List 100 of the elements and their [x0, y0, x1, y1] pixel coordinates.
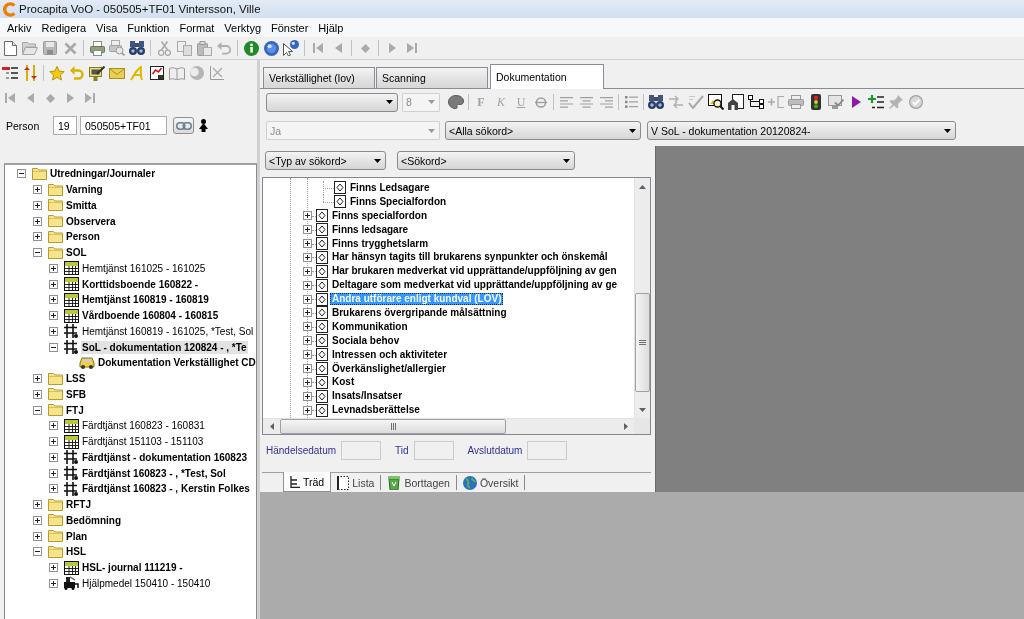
menu-item[interactable]: Fönster [266, 20, 314, 35]
vertical-scrollbar[interactable] [634, 178, 650, 418]
expand-icon[interactable] [49, 421, 58, 431]
tab[interactable]: Träd [283, 472, 332, 492]
add-list-icon[interactable] [868, 95, 884, 109]
tree-item[interactable]: LSS [65, 372, 87, 386]
tree-item[interactable]: Hemtjänst 160819 - 161025, *Test, Sol [81, 324, 255, 338]
expand-icon[interactable] [49, 563, 58, 573]
tree-item[interactable]: Insats/Insatser [330, 390, 405, 403]
tree-item[interactable]: Dokumentation Verkställighet CD [97, 356, 256, 370]
tree-item[interactable]: Färdtjänst 160823 - , Kerstin Folkes [81, 482, 251, 496]
expand-icon[interactable] [33, 389, 42, 399]
binoculars-icon[interactable] [129, 41, 145, 55]
palette-icon[interactable] [448, 95, 464, 109]
tree-item[interactable]: Har hänsyn tagits till brukarens synpunkter och önskemål [330, 251, 610, 264]
tree-item[interactable]: Färdtjänst - dokumentation 160823 [81, 450, 249, 464]
sphere-icon[interactable] [263, 40, 279, 56]
expand-icon[interactable] [33, 216, 42, 226]
tree-item[interactable]: Färdtjänst 160823 - , *Test, Sol [81, 466, 227, 480]
expand-icon[interactable] [303, 294, 312, 304]
tree-item[interactable]: Korttidsboende 160822 - [81, 277, 200, 291]
image-magnifier-icon[interactable] [708, 94, 724, 110]
tab[interactable]: Borttagen [381, 475, 457, 490]
menu-item[interactable]: Funktion [122, 20, 175, 35]
expand-icon[interactable] [303, 308, 312, 318]
expand-icon[interactable] [33, 531, 42, 541]
collapse-icon[interactable] [49, 342, 58, 352]
expand-icon[interactable] [49, 326, 58, 336]
expand-icon[interactable] [49, 452, 58, 462]
expand-icon[interactable] [303, 211, 312, 221]
tree-item[interactable]: RFTJ [65, 498, 92, 512]
tree-item[interactable]: Bedömning [65, 513, 122, 527]
tree-item[interactable]: Varning [65, 183, 104, 197]
dropdown-arrow-icon[interactable] [563, 158, 570, 163]
expand-icon[interactable] [49, 311, 58, 321]
info-icon[interactable] [243, 40, 259, 56]
tree-item[interactable]: Sociala behov [330, 334, 402, 347]
person-number-field[interactable]: 19 [53, 116, 77, 135]
checkmark-icon[interactable] [688, 95, 704, 109]
tree-item[interactable]: Hjälpmedel 150410 - 150410 [81, 576, 212, 590]
dropdown-arrow-icon[interactable] [944, 128, 951, 133]
person-id-field[interactable]: 050505+TF01 [80, 116, 167, 135]
expand-icon[interactable] [33, 232, 42, 242]
collapse-icon[interactable] [33, 248, 42, 258]
tree-item[interactable]: Finns Specialfordon [348, 195, 449, 208]
expand-icon[interactable] [303, 405, 312, 415]
tree-item[interactable]: Vårdboende 160804 - 160815 [81, 309, 220, 323]
tree-item[interactable]: HSL- journal 111219 - [81, 561, 184, 575]
tree-item[interactable]: SFB [65, 387, 87, 401]
tree-item[interactable]: Färdtjänst 160823 - 160831 [81, 419, 206, 433]
expand-icon[interactable] [49, 437, 58, 447]
collapse-icon[interactable] [33, 405, 42, 415]
play-icon[interactable] [851, 96, 861, 108]
scroll-down-icon[interactable] [639, 407, 646, 412]
horizontal-scrollbar[interactable] [263, 418, 634, 434]
tree-item[interactable]: FTJ [65, 403, 85, 417]
monitor-check-icon[interactable] [828, 95, 844, 109]
traffic-light-icon[interactable] [811, 94, 821, 110]
tree-item[interactable]: Brukarens övergripande målsättning [330, 306, 509, 319]
menu-item[interactable]: Format [174, 20, 220, 35]
tree-item[interactable]: Utredningar/Journaler [49, 167, 157, 181]
expand-icon[interactable] [49, 484, 58, 494]
tree-item[interactable]: SoL - dokumentation 120824 - , *Te [81, 340, 248, 354]
tree-item[interactable]: Finns ledsagare [330, 223, 411, 236]
pointer-sphere-icon[interactable] [283, 40, 299, 56]
tree-item[interactable]: HSL [65, 545, 87, 559]
tree-item[interactable]: Hemtjänst 160819 - 160819 [81, 293, 210, 307]
collapse-icon[interactable] [17, 169, 26, 179]
scroll-up-icon[interactable] [639, 184, 646, 189]
menu-item[interactable]: Visa [91, 20, 123, 35]
expand-icon[interactable] [303, 280, 312, 290]
tree-item[interactable]: Intressen och aktiviteter [330, 348, 450, 361]
tree-item[interactable]: Kost [330, 376, 357, 389]
dropdown-arrow-icon[interactable] [386, 100, 393, 104]
expand-icon[interactable] [303, 266, 312, 276]
check-circle-icon[interactable] [909, 95, 923, 109]
expand-icon[interactable] [303, 336, 312, 346]
expand-icon[interactable] [33, 500, 42, 510]
tab[interactable]: Dokumentation [490, 64, 604, 89]
tree-item[interactable]: Finns specialfordon [330, 209, 429, 222]
tree-item[interactable]: Har brukaren medverkat vid upprättande/uppföljning av gen [330, 265, 619, 278]
expand-icon[interactable] [49, 468, 58, 478]
scroll-left-icon[interactable] [269, 423, 274, 430]
scroll-right-icon[interactable] [623, 423, 628, 430]
expand-icon[interactable] [303, 350, 312, 360]
expand-icon[interactable] [49, 279, 58, 289]
tree-item[interactable]: Deltagare som medverkat vid upprättande/uppföljning av ge [330, 279, 620, 292]
dropdown[interactable]: V SoL - dokumentation 20120824- [647, 121, 956, 140]
scrollbar-thumb[interactable] [635, 293, 650, 392]
menu-item[interactable]: Verktyg [219, 20, 267, 35]
tree-item[interactable]: Färdtjänst 151103 - 151103 [81, 435, 205, 449]
menu-item[interactable]: Redigera [36, 20, 92, 35]
list-icon[interactable] [2, 66, 18, 80]
monitor-pen-icon[interactable] [89, 65, 105, 81]
binoculars-icon[interactable] [648, 95, 664, 109]
menu-item[interactable]: Arkiv [2, 20, 37, 35]
link-button[interactable] [173, 117, 194, 134]
collapse-icon[interactable] [33, 547, 42, 557]
tab[interactable]: Lista [331, 475, 382, 490]
expand-icon[interactable] [303, 391, 312, 401]
